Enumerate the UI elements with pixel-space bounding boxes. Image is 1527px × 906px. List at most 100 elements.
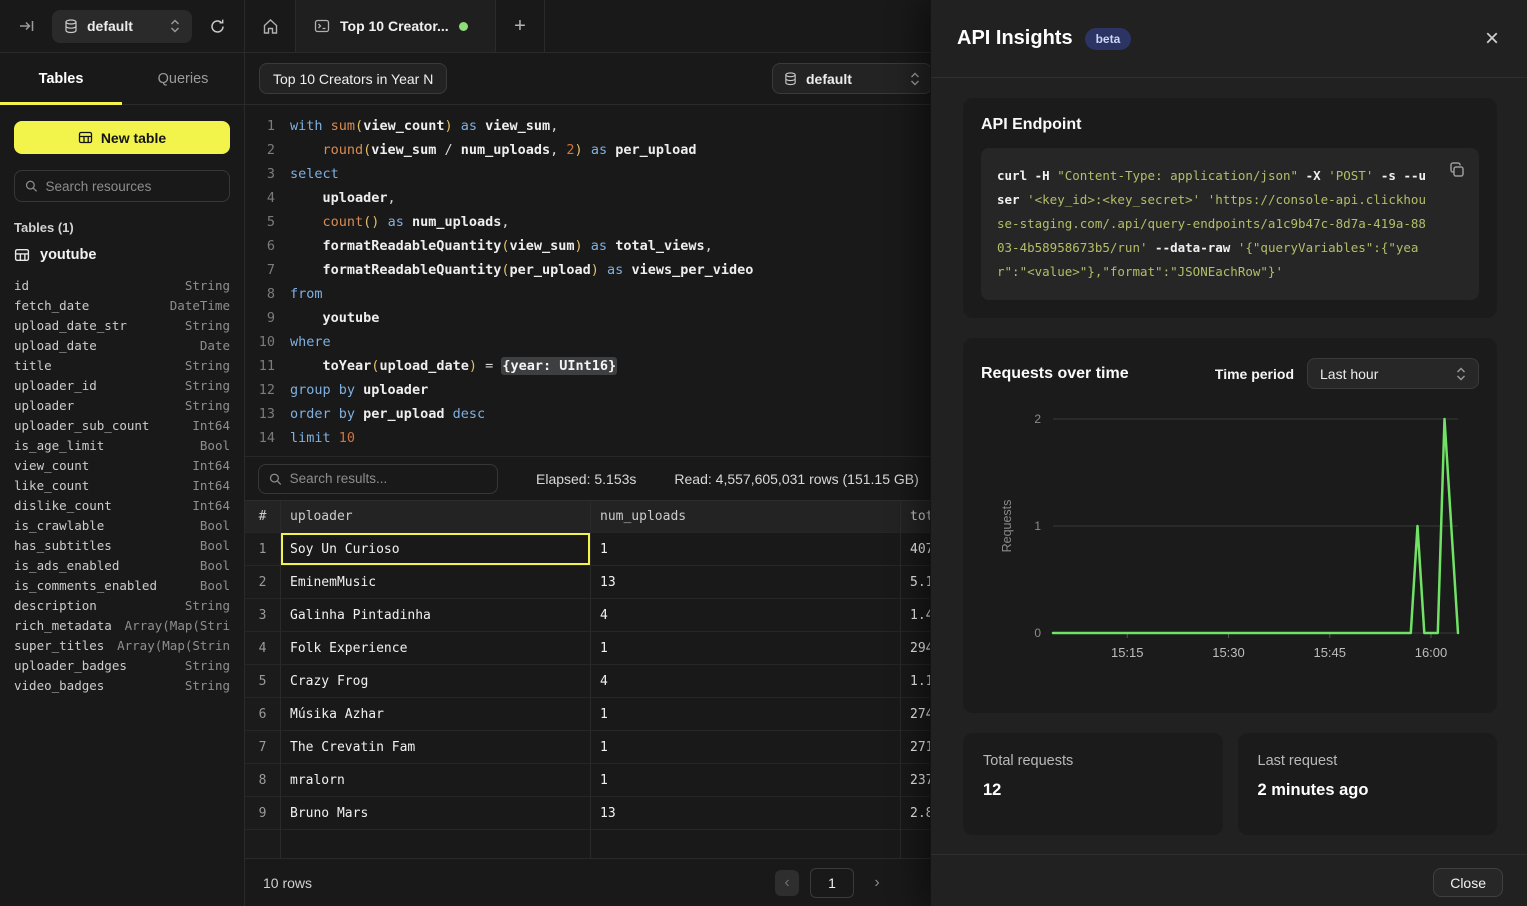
code-token	[1020, 192, 1028, 207]
line-code: order by per_upload desc	[275, 402, 485, 426]
next-page-button[interactable]: ›	[865, 870, 889, 896]
query-database-selector[interactable]: default	[772, 63, 932, 94]
table-cell[interactable]: Galinha Pintadinha	[281, 599, 591, 632]
code-token	[355, 382, 363, 398]
tab-tables[interactable]: Tables	[0, 53, 122, 104]
code-token: with	[290, 118, 323, 134]
line-code: limit 10	[275, 426, 355, 450]
sidebar-table-youtube[interactable]: youtube	[14, 247, 230, 263]
code-token: (	[355, 118, 363, 134]
code-token: from	[290, 286, 323, 302]
tab-queries[interactable]: Queries	[122, 53, 244, 104]
table-column-row: upload_date_strString	[14, 315, 230, 335]
line-number: 6	[245, 234, 275, 258]
home-button[interactable]	[245, 0, 296, 52]
column-type: String	[185, 678, 230, 693]
table-cell[interactable]: 5	[245, 665, 281, 698]
table-column-row: video_badgesString	[14, 675, 230, 695]
line-code: from	[275, 282, 323, 306]
column-type: Bool	[200, 438, 230, 453]
query-database-value: default	[806, 71, 852, 87]
results-search[interactable]	[258, 464, 498, 494]
code-token	[290, 358, 323, 374]
panel-title: API Insights	[957, 27, 1073, 50]
table-cell[interactable]: 8	[245, 764, 281, 797]
query-tab[interactable]: Top 10 Creator...	[296, 0, 496, 52]
code-token	[453, 118, 461, 134]
table-cell[interactable]: Soy Un Curioso	[281, 533, 591, 566]
line-number: 7	[245, 258, 275, 282]
results-search-input[interactable]	[290, 471, 487, 486]
code-token: as	[591, 142, 607, 158]
column-name: like_count	[14, 478, 89, 493]
current-page[interactable]: 1	[810, 868, 854, 898]
table-cell[interactable]: 1	[591, 764, 901, 797]
table-cell[interactable]: 1	[591, 632, 901, 665]
column-type: Date	[200, 338, 230, 353]
last-request-value: 2 minutes ago	[1258, 781, 1478, 800]
code-token	[607, 142, 615, 158]
refresh-button[interactable]	[202, 11, 232, 41]
column-type: Array(Map(Strin	[117, 638, 230, 653]
code-token: 'POST'	[1328, 168, 1373, 183]
code-token: ,	[550, 118, 558, 134]
table-cell[interactable]: 3	[245, 599, 281, 632]
code-token	[290, 214, 323, 230]
total-requests-label: Total requests	[983, 753, 1203, 769]
table-cell[interactable]: mralorn	[281, 764, 591, 797]
code-token: view_sum	[509, 238, 574, 254]
table-cell[interactable]: Músika Azhar	[281, 698, 591, 731]
copy-button[interactable]	[1449, 162, 1465, 178]
column-name: is_age_limit	[14, 438, 104, 453]
table-cell[interactable]: 4	[245, 632, 281, 665]
table-cell[interactable]: 1	[591, 698, 901, 731]
table-cell[interactable]: 7	[245, 731, 281, 764]
close-button[interactable]: Close	[1433, 868, 1503, 897]
table-column-row: rich_metadataArray(Map(Stri	[14, 615, 230, 635]
new-table-button[interactable]: New table	[14, 121, 230, 154]
code-token: as	[461, 118, 477, 134]
table-column-row: is_ads_enabledBool	[14, 555, 230, 575]
code-token: views_per_video	[631, 262, 753, 278]
column-name: dislike_count	[14, 498, 112, 513]
column-type: Bool	[200, 518, 230, 533]
table-cell[interactable]: Crazy Frog	[281, 665, 591, 698]
query-title[interactable]: Top 10 Creators in Year N	[259, 63, 447, 94]
table-cell[interactable]: Bruno Mars	[281, 797, 591, 830]
table-cell[interactable]: 6	[245, 698, 281, 731]
table-cell[interactable]: The Crevatin Fam	[281, 731, 591, 764]
code-token: limit	[290, 430, 331, 446]
table-cell[interactable]: 2	[245, 566, 281, 599]
code-token: -s	[1381, 168, 1396, 183]
time-period-select[interactable]: Last hour	[1307, 358, 1479, 389]
table-columns-list: idStringfetch_dateDateTimeupload_date_st…	[14, 275, 230, 695]
column-name: uploader_id	[14, 378, 97, 393]
code-token	[290, 310, 323, 326]
table-cell[interactable]: 4	[591, 665, 901, 698]
table-cell[interactable]: 13	[591, 566, 901, 599]
line-code: select	[275, 162, 339, 186]
table-cell[interactable]: 1	[591, 731, 901, 764]
table-cell[interactable]: 13	[591, 797, 901, 830]
prev-page-button[interactable]: ‹	[775, 870, 799, 896]
resource-search-input[interactable]	[46, 179, 219, 194]
close-icon[interactable]: ×	[1485, 27, 1499, 51]
line-code: group by uploader	[275, 378, 428, 402]
table-cell[interactable]: Folk Experience	[281, 632, 591, 665]
table-cell[interactable]: 4	[591, 599, 901, 632]
table-icon	[78, 130, 93, 145]
table-cell[interactable]: 9	[245, 797, 281, 830]
database-selector[interactable]: default	[52, 10, 192, 43]
table-cell[interactable]: 1	[245, 533, 281, 566]
table-cell[interactable]: EminemMusic	[281, 566, 591, 599]
code-token: )	[591, 262, 599, 278]
sidebar: Tables Queries New table Tables (1) yout…	[0, 53, 245, 906]
chevron-up-down-icon	[1456, 367, 1466, 381]
resource-search[interactable]	[14, 170, 230, 202]
code-token	[1230, 240, 1238, 255]
line-code: formatReadableQuantity(per_upload) as vi…	[275, 258, 753, 282]
code-token	[583, 238, 591, 254]
new-tab-button[interactable]: +	[496, 0, 545, 52]
collapse-sidebar-button[interactable]	[12, 11, 42, 41]
table-cell[interactable]: 1	[591, 533, 901, 566]
